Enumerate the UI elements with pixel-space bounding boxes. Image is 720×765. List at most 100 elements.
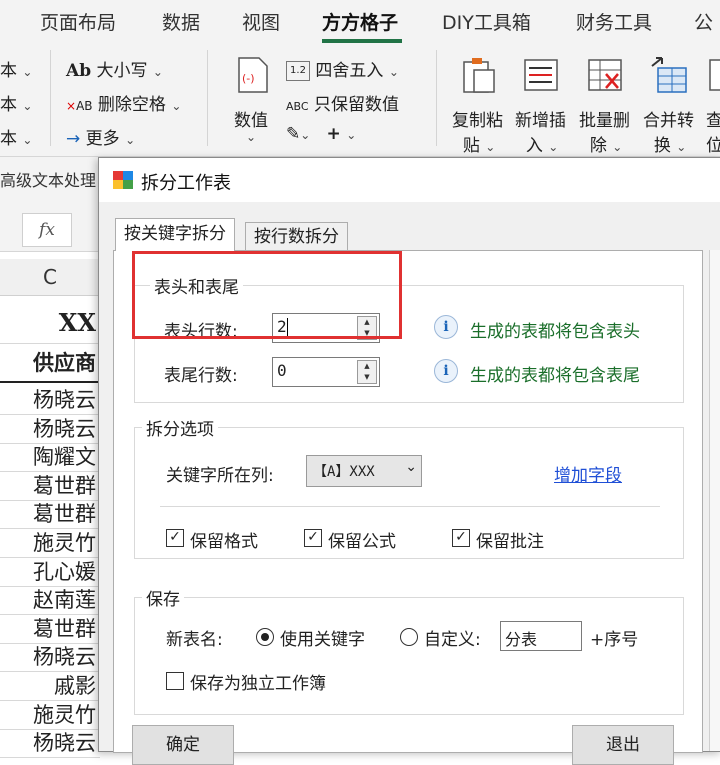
add-field-link[interactable]: 增加字段: [554, 461, 622, 486]
ribbon: 本 ⌄ 本 ⌄ 本 ⌄ Ab 大小写 ⌄ ×AB 删除空格 ⌄ → 更多 ⌄ (…: [0, 44, 720, 187]
save-legend: 保存: [142, 585, 184, 610]
custom-name-input[interactable]: 分表: [500, 621, 582, 651]
active-tab-underline: [322, 39, 402, 43]
insert-function-button[interactable]: fx: [22, 213, 72, 247]
delete-space-button[interactable]: ×AB 删除空格 ⌄: [66, 90, 181, 115]
dialog-title-bar: 拆分工作表: [99, 158, 720, 202]
table-row[interactable]: 杨晓云: [0, 643, 100, 673]
footer-rows-spinner[interactable]: 0 ▲ ▼: [272, 357, 380, 387]
ribbon-item-3[interactable]: 本 ⌄: [0, 124, 32, 149]
lookup-button[interactable]: 查位: [706, 106, 720, 156]
tab-view[interactable]: 视图: [242, 8, 280, 35]
value-button[interactable]: 数值: [234, 106, 268, 131]
table-row[interactable]: 施灵竹: [0, 701, 100, 730]
keep-comment-label: 保留批注: [476, 532, 544, 552]
svg-text:(-): (-): [242, 72, 255, 85]
table-row[interactable]: 杨晓云: [0, 386, 100, 415]
footer-hint: 生成的表都将包含表尾: [470, 366, 640, 386]
table-row[interactable]: 杨晓云: [0, 415, 100, 444]
plus-icon: +: [326, 124, 341, 144]
tab-more[interactable]: 公: [694, 8, 713, 35]
ribbon-item-1[interactable]: 本 ⌄: [0, 56, 32, 81]
table-row[interactable]: 葛世群: [0, 615, 100, 644]
ok-button[interactable]: 确定: [132, 725, 234, 765]
ribbon-separator: [207, 50, 208, 146]
divider: [160, 506, 660, 507]
table-row[interactable]: 葛世群: [0, 500, 100, 530]
app-icon: [113, 171, 133, 189]
format-tools-button[interactable]: ✎⌄ + ⌄: [286, 124, 356, 144]
round-icon: 1.2: [286, 61, 310, 81]
chevron-down-icon: ⌄: [152, 65, 163, 79]
lookup-icon: [708, 56, 720, 94]
insert-button[interactable]: 新增插 入 ⌄: [515, 106, 566, 156]
title-cell[interactable]: XX: [0, 303, 100, 344]
keep-comment-checkbox[interactable]: ✓: [452, 529, 470, 547]
chevron-down-icon: ⌄: [388, 65, 399, 79]
suffix-label: +序号: [590, 630, 639, 650]
table-row[interactable]: 戚影: [0, 672, 100, 701]
info-icon: i: [434, 359, 458, 383]
delete-space-icon: ×AB: [66, 99, 93, 113]
case-button[interactable]: Ab 大小写 ⌄: [66, 56, 163, 81]
keep-formula-checkbox[interactable]: ✓: [304, 529, 322, 547]
copy-paste-button[interactable]: 复制粘 贴 ⌄: [452, 106, 503, 156]
new-name-label: 新表名:: [166, 630, 223, 650]
chevron-down-icon: ⌄: [22, 133, 33, 147]
chevron-down-icon: ⌄: [125, 133, 136, 147]
merge-icon: [650, 56, 688, 94]
footer-rows-value[interactable]: 0: [277, 361, 287, 380]
highlight-box: [132, 251, 402, 339]
spinner-buttons[interactable]: ▲ ▼: [357, 360, 377, 384]
tab-split-by-rows[interactable]: 按行数拆分: [245, 222, 348, 251]
keep-formula-label: 保留公式: [328, 532, 396, 552]
custom-radio[interactable]: [400, 628, 418, 646]
chevron-down-icon: ⌄: [22, 65, 33, 79]
tab-finance-tools[interactable]: 财务工具: [576, 8, 652, 35]
custom-label: 自定义:: [424, 630, 481, 650]
table-row[interactable]: 杨晓云: [0, 729, 100, 759]
value-icon: (-): [233, 56, 271, 94]
round-button[interactable]: 1.2 四舍五入 ⌄: [286, 56, 399, 81]
keyword-column-select[interactable]: 【A】XXX ⌄: [306, 455, 422, 487]
tab-data[interactable]: 数据: [162, 8, 200, 35]
info-icon: i: [434, 315, 458, 339]
keep-values-button[interactable]: ABC 只保留数值: [286, 90, 399, 115]
merge-button[interactable]: 合并转 换 ⌄: [643, 106, 694, 156]
column-header-c[interactable]: C: [0, 259, 100, 296]
tab-fangfang[interactable]: 方方格子: [322, 8, 398, 35]
tab-diy-toolbox[interactable]: DIY工具箱: [442, 8, 531, 35]
ribbon-separator: [436, 50, 437, 146]
ribbon-separator: [50, 50, 51, 146]
keep-format-checkbox[interactable]: ✓: [166, 529, 184, 547]
use-keyword-radio[interactable]: [256, 628, 274, 646]
dialog-title: 拆分工作表: [141, 173, 231, 194]
table-row[interactable]: 孔心媛: [0, 558, 100, 587]
save-independent-label: 保存为独立工作簿: [190, 674, 326, 694]
save-group: [134, 597, 684, 715]
batch-delete-button[interactable]: 批量删 除 ⌄: [579, 106, 630, 156]
keep-values-icon: ABC: [286, 100, 309, 113]
header-cell[interactable]: 供应商: [0, 345, 100, 383]
keep-format-label: 保留格式: [190, 532, 258, 552]
custom-name-value: 分表: [505, 630, 538, 649]
use-keyword-label: 使用关键字: [280, 630, 365, 650]
footer-rows-label: 表尾行数:: [164, 366, 238, 386]
batch-delete-icon: [586, 56, 624, 94]
exit-button[interactable]: 退出: [572, 725, 674, 765]
save-independent-checkbox[interactable]: [166, 672, 184, 690]
table-row[interactable]: 陶耀文: [0, 443, 100, 473]
copy-paste-icon: [460, 56, 498, 94]
tab-split-by-keyword[interactable]: 按关键字拆分: [115, 218, 235, 251]
more-button[interactable]: → 更多 ⌄: [66, 124, 135, 149]
table-row[interactable]: 葛世群: [0, 472, 100, 501]
split-sheet-dialog: 拆分工作表 按关键字拆分 按行数拆分 表头和表尾 表头行数: 2 ▲ ▼ i 生成…: [98, 157, 720, 765]
table-row[interactable]: 赵南莲: [0, 586, 100, 616]
edit-icon: ✎: [286, 124, 301, 144]
spin-down-icon[interactable]: ▼: [358, 372, 376, 383]
table-row[interactable]: 施灵竹: [0, 529, 100, 558]
spin-up-icon[interactable]: ▲: [358, 361, 376, 372]
ribbon-item-2[interactable]: 本 ⌄: [0, 90, 32, 115]
side-panel-edge: [709, 250, 720, 751]
tab-page-layout[interactable]: 页面布局: [40, 8, 116, 35]
